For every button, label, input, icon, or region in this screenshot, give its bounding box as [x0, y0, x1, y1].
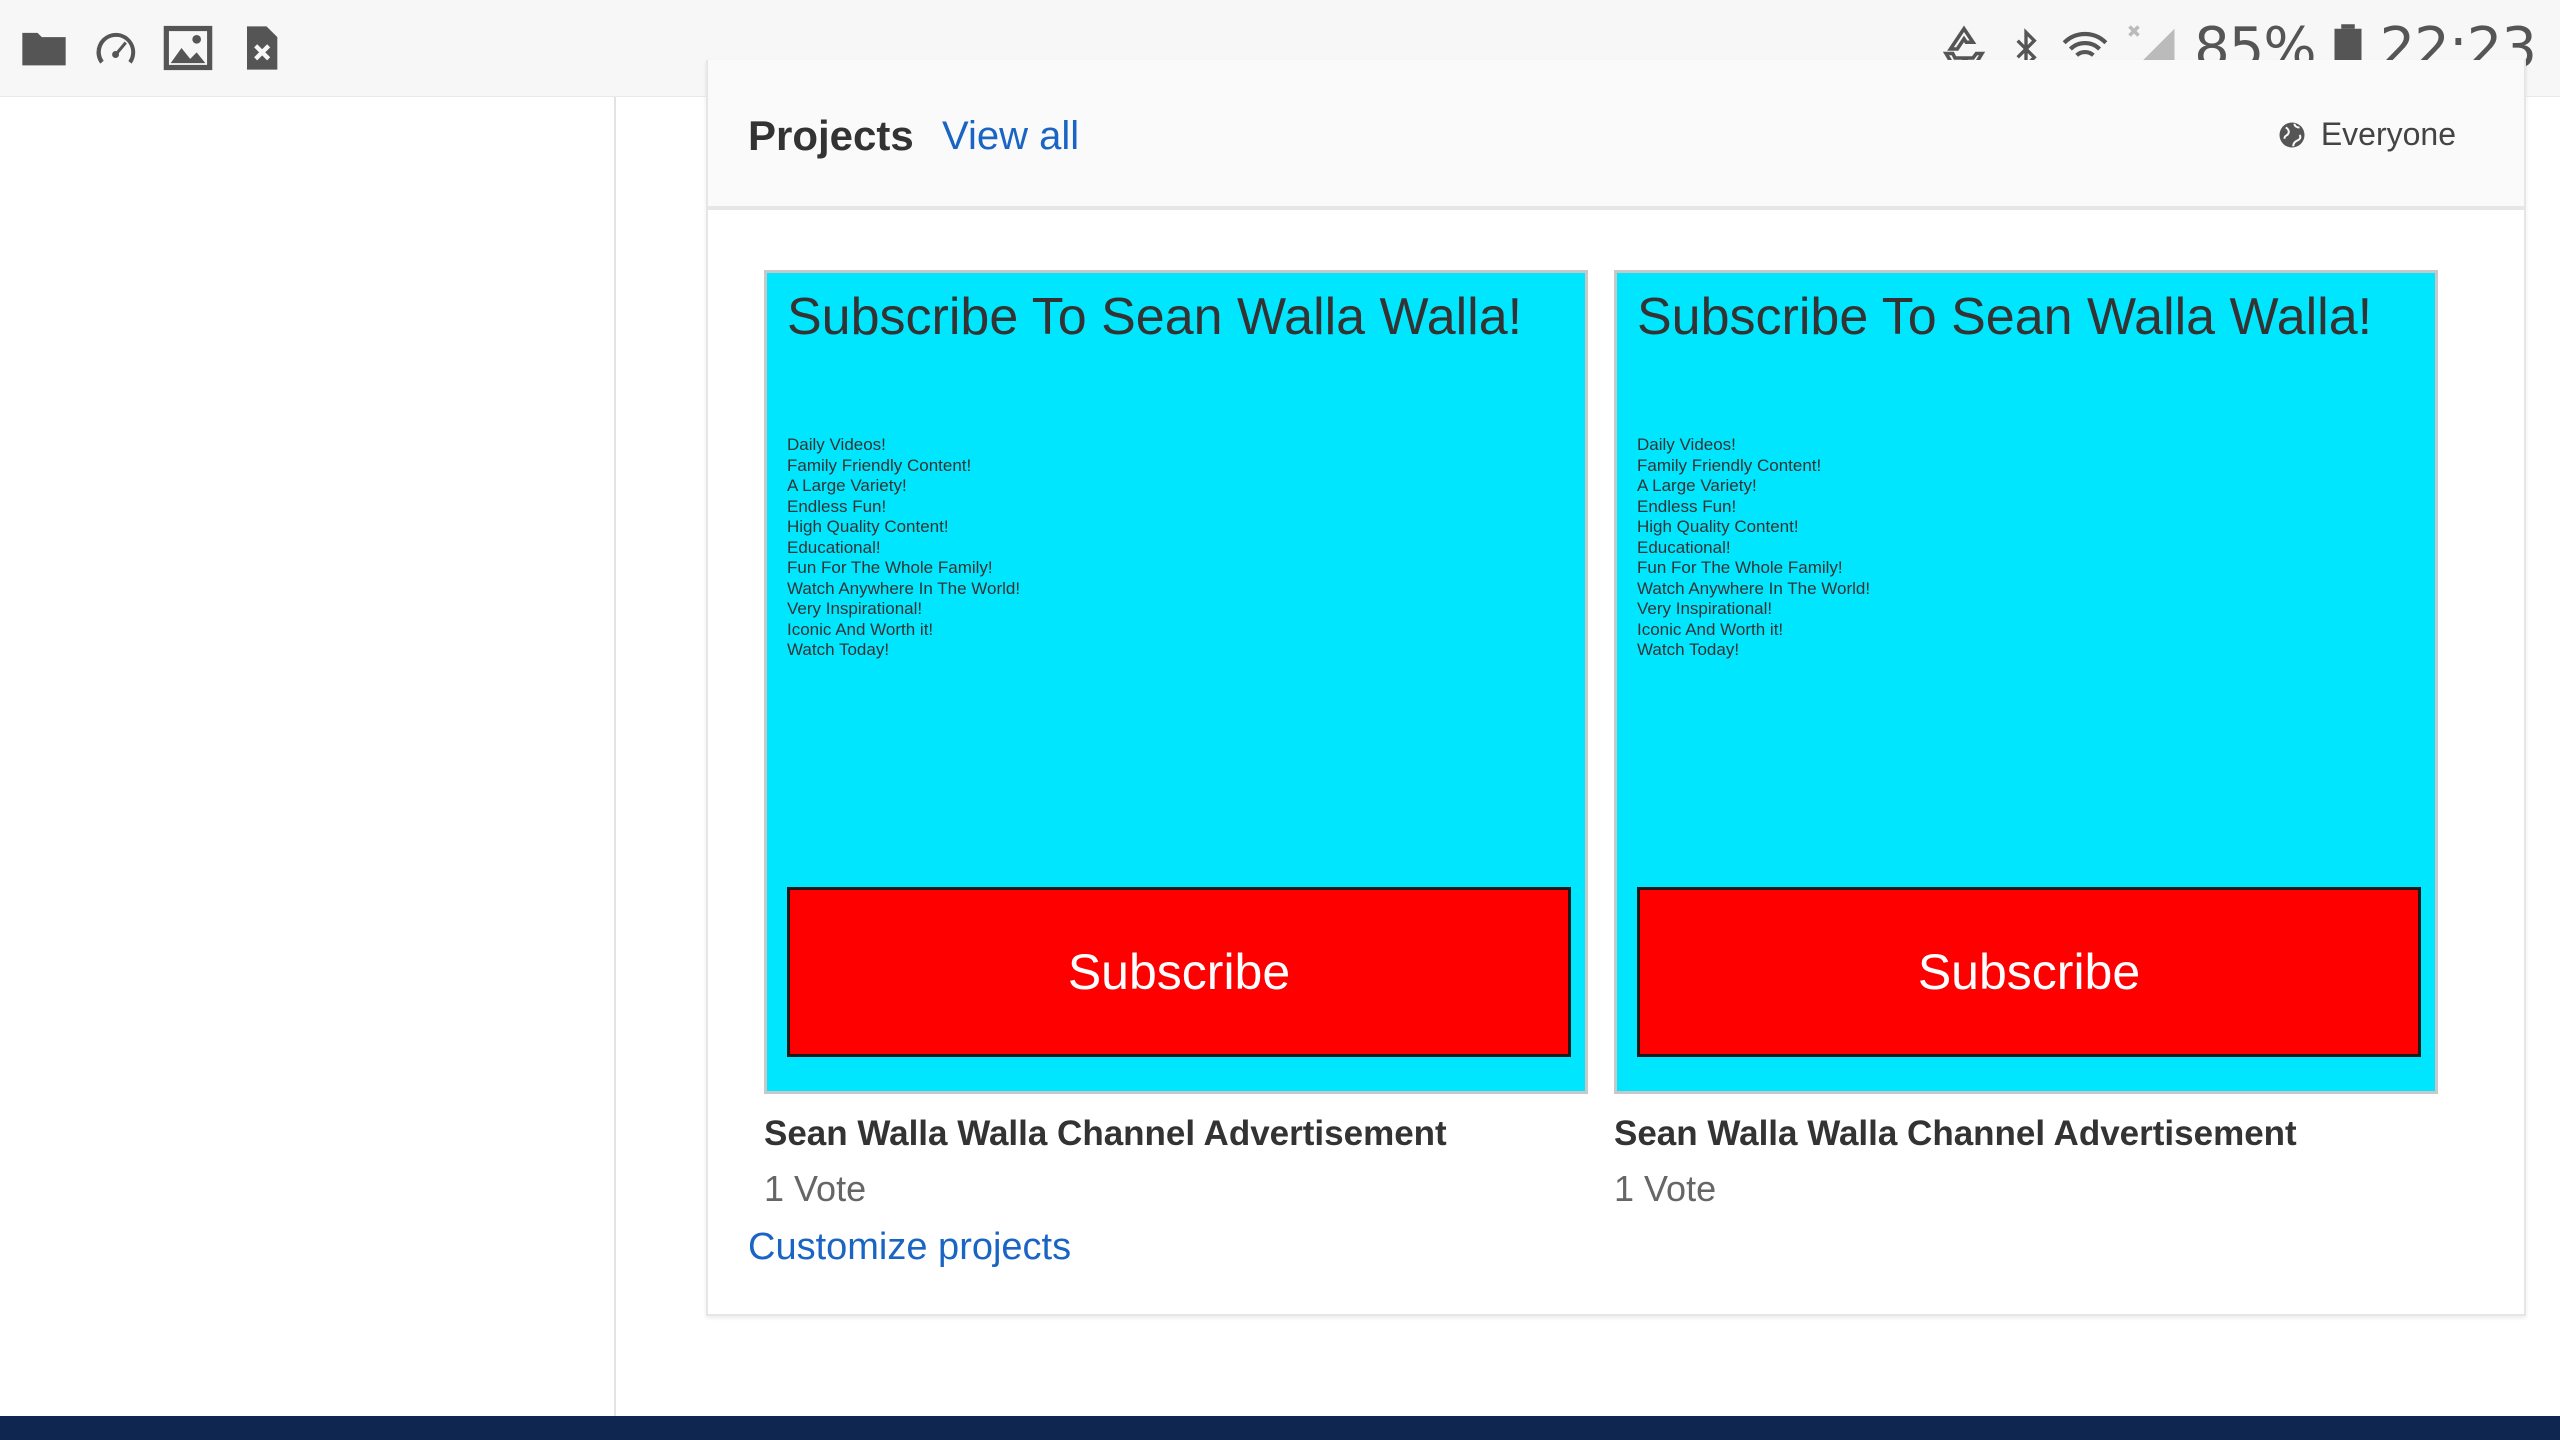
- project-thumbnail[interactable]: Subscribe To Sean Walla Walla! Daily Vid…: [1614, 270, 2438, 1094]
- thumbnail-line: Very Inspirational!: [1637, 599, 1773, 618]
- speedometer-icon: [96, 32, 136, 64]
- thumbnail-subscribe-graphic: Subscribe: [787, 887, 1571, 1057]
- thumbnail-line: Watch Today!: [787, 640, 890, 659]
- left-sidebar: [0, 97, 614, 1417]
- thumbnail-line: Educational!: [787, 537, 881, 557]
- thumbnail-line: Iconic And Worth it!: [787, 619, 934, 639]
- thumbnail-line: Watch Anywhere In The World!: [1637, 578, 1871, 598]
- footer-bar: [0, 1416, 2560, 1440]
- thumbnail-line: Endless Fun!: [787, 496, 887, 516]
- thumbnail-line: Family Friendly Content!: [1637, 455, 1822, 475]
- privacy-selector[interactable]: Everyone: [2277, 116, 2456, 153]
- thumbnail-line: Iconic And Worth it!: [1637, 619, 1784, 639]
- projects-card-header: Projects View all Everyone: [708, 60, 2524, 210]
- thumbnail-line: Daily Videos!: [787, 435, 886, 454]
- thumbnail-feature-list: Daily Videos! Family Friendly Content! A…: [787, 435, 1020, 661]
- thumbnail-line: Fun For The Whole Family!: [1637, 558, 1843, 577]
- thumbnail-line: Family Friendly Content!: [787, 455, 972, 475]
- privacy-label: Everyone: [2320, 116, 2456, 152]
- project-item: Subscribe To Sean Walla Walla! Daily Vid…: [1614, 270, 2438, 1210]
- thumbnail-line: Watch Anywhere In The World!: [787, 578, 1021, 598]
- thumbnail-line: A Large Variety!: [1637, 476, 1757, 495]
- globe-icon: [2279, 122, 2305, 147]
- thumbnail-heading: Subscribe To Sean Walla Walla!: [1637, 288, 2373, 346]
- project-votes: 1 Vote: [1614, 1168, 1717, 1209]
- thumbnail-heading: Subscribe To Sean Walla Walla!: [787, 288, 1523, 346]
- thumbnail-feature-list: Daily Videos! Family Friendly Content! A…: [1637, 435, 1870, 661]
- project-title-link[interactable]: Sean Walla Walla Channel Advertisement: [764, 1114, 1588, 1154]
- thumbnail-line: Daily Videos!: [1637, 435, 1736, 454]
- thumbnail-line: Watch Today!: [1637, 640, 1740, 659]
- folder-icon: [22, 32, 66, 66]
- thumbnail-line: A Large Variety!: [787, 476, 907, 495]
- thumbnail-subscribe-graphic: Subscribe: [1637, 887, 2421, 1057]
- customize-projects-link[interactable]: Customize projects: [748, 1226, 1071, 1269]
- project-thumbnail[interactable]: Subscribe To Sean Walla Walla! Daily Vid…: [764, 270, 1588, 1094]
- sim-error-icon: [247, 26, 278, 70]
- project-votes: 1 Vote: [764, 1168, 867, 1209]
- projects-card: Projects View all Everyone Subscribe To …: [706, 60, 2526, 1316]
- thumbnail-line: Very Inspirational!: [787, 599, 923, 618]
- projects-title: Projects: [748, 112, 914, 159]
- view-all-link[interactable]: View all: [942, 114, 1079, 159]
- project-item: Subscribe To Sean Walla Walla! Daily Vid…: [764, 270, 1588, 1210]
- thumbnail-line: Fun For The Whole Family!: [787, 558, 993, 577]
- sidebar-divider: [614, 97, 616, 1417]
- image-icon: [163, 25, 213, 71]
- thumbnail-line: High Quality Content!: [1637, 517, 1799, 536]
- project-title-link[interactable]: Sean Walla Walla Channel Advertisement: [1614, 1114, 2438, 1154]
- thumbnail-line: Endless Fun!: [1637, 496, 1737, 516]
- thumbnail-line: Educational!: [1637, 537, 1731, 557]
- notification-icons: [18, 18, 286, 78]
- thumbnail-line: High Quality Content!: [787, 517, 949, 536]
